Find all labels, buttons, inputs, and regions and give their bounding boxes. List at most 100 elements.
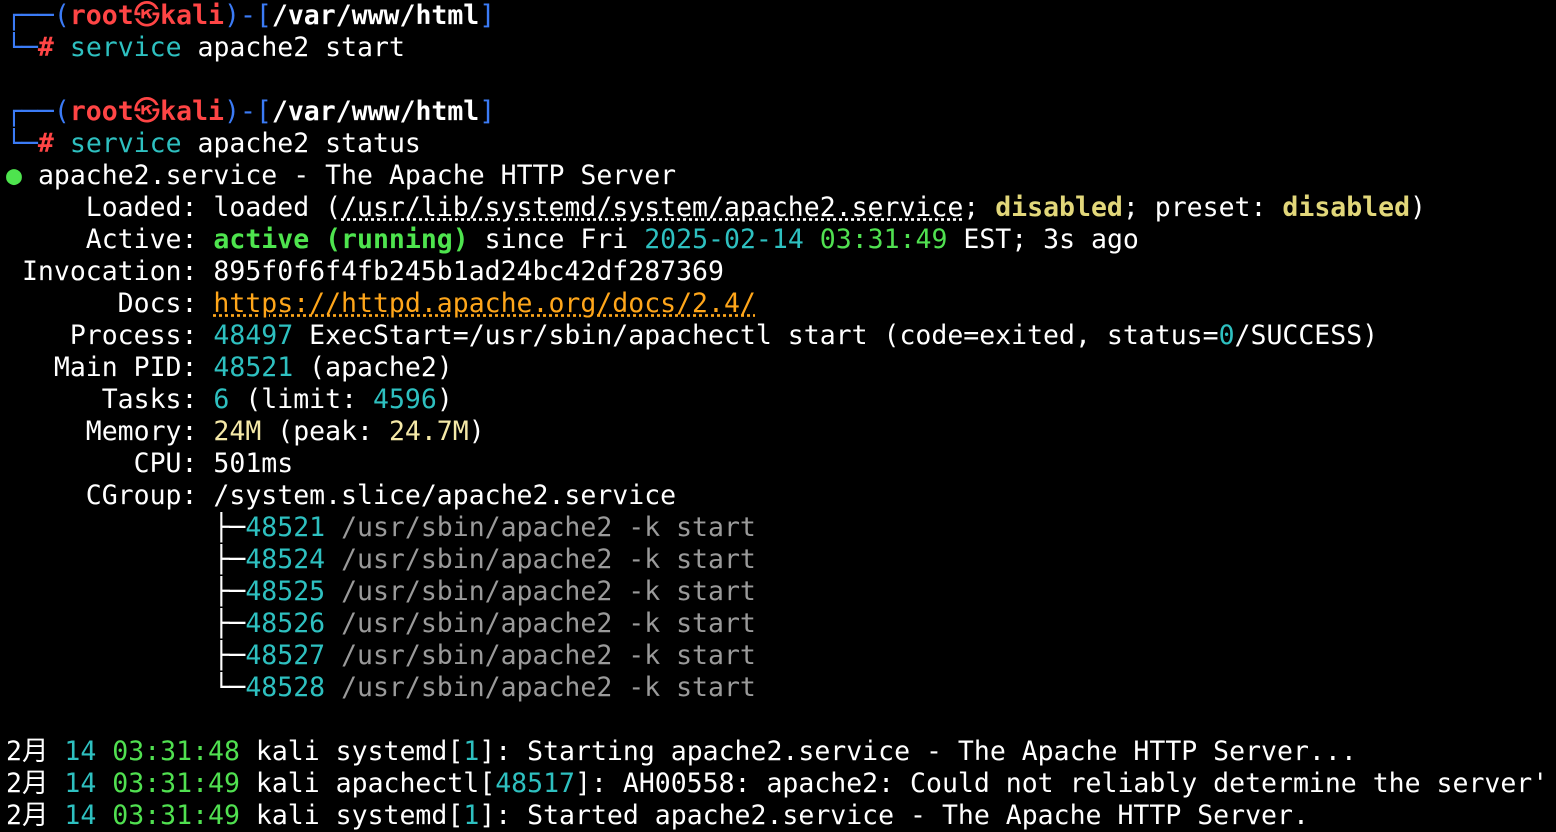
invocation-value: 895f0f6f4fb245b1ad24bc42df287369 xyxy=(213,256,724,287)
journal-month: 2月 xyxy=(6,736,49,767)
prompt-host: kali xyxy=(160,96,224,127)
active-since: since Fri xyxy=(468,224,645,255)
process-line: Process: 48497 ExecStart=/usr/sbin/apach… xyxy=(6,320,1556,352)
tree-cmd: /usr/sbin/apache2 -k start xyxy=(325,576,756,607)
cgroup-tree-row: ├─48521 /usr/sbin/apache2 -k start xyxy=(6,512,1556,544)
process-text: ExecStart=/usr/sbin/apachectl start (cod… xyxy=(293,320,1219,351)
terminal-window[interactable]: ┌──(root㉿kali)-[/var/www/html] └─# servi… xyxy=(0,0,1556,832)
active-tail: EST; 3s ago xyxy=(947,224,1139,255)
docs-link[interactable]: https://httpd.apache.org/docs/2.4/ xyxy=(213,288,755,319)
loaded-label: Loaded: xyxy=(6,192,214,223)
status-dot-icon: ● xyxy=(6,160,22,191)
journal-pid: 1 xyxy=(463,800,480,831)
cpu-value: 501ms xyxy=(213,448,294,479)
date-month: 02 xyxy=(724,224,756,255)
tree-branch: └─ xyxy=(6,672,246,703)
prompt-frame-close: ] xyxy=(479,0,496,31)
tree-pid: 48526 xyxy=(245,608,326,639)
process-tail: /SUCCESS) xyxy=(1234,320,1379,351)
kali-skull-icon: ㉿ xyxy=(133,96,161,127)
service-title-line: ● apache2.service - The Apache HTTP Serv… xyxy=(6,160,1556,192)
journal-msg: ]: Started apache2.service - The Apache … xyxy=(479,800,1309,831)
journal-day: 14 xyxy=(48,800,97,831)
tree-branch: ├─ xyxy=(6,512,246,543)
tree-pid: 48527 xyxy=(245,640,326,671)
journal-host: kali systemd[ xyxy=(239,800,464,831)
command-name: service xyxy=(69,128,182,159)
prompt-frame-mid: )-[ xyxy=(223,96,272,127)
tasks-label: Tasks: xyxy=(6,384,214,415)
loaded-sep: ; xyxy=(963,192,996,223)
prompt-frame-mid: )-[ xyxy=(223,0,272,31)
tree-cmd: /usr/sbin/apache2 -k start xyxy=(325,512,756,543)
journal-pid: 1 xyxy=(463,736,480,767)
journal-time: 03:31:49 xyxy=(96,768,240,799)
journal-day: 14 xyxy=(48,736,97,767)
service-title: apache2.service - The Apache HTTP Server xyxy=(37,160,677,191)
memory-mid: (peak: xyxy=(261,416,389,447)
journal-host: kali apachectl[ xyxy=(239,768,496,799)
prompt-user: root xyxy=(69,0,134,31)
tree-pid: 48521 xyxy=(245,512,326,543)
tree-cmd: /usr/sbin/apache2 -k start xyxy=(325,672,756,703)
active-line: Active: active (running) since Fri 2025-… xyxy=(6,224,1556,256)
main-pid-label: Main PID: xyxy=(6,352,214,383)
enabled-state: disabled xyxy=(995,192,1123,223)
prompt-frame: ┌──( xyxy=(6,96,70,127)
command-args: apache2 status xyxy=(197,128,421,159)
prompt-hash: # xyxy=(37,32,54,63)
journal-entry: 2月 14 03:31:48 kali systemd[1]: Starting… xyxy=(6,736,1556,768)
journal-pid: 48517 xyxy=(495,768,575,799)
prompt-path: /var/www/html xyxy=(271,96,480,127)
main-pid-tail: (apache2) xyxy=(293,352,453,383)
cgroup-value: /system.slice/apache2.service xyxy=(213,480,677,511)
tree-branch: ├─ xyxy=(6,576,246,607)
journal-month: 2月 xyxy=(6,800,49,831)
cgroup-tree-row: ├─48527 /usr/sbin/apache2 -k start xyxy=(6,640,1556,672)
journal-msg: ]: AH00558: apache2: Could not reliably … xyxy=(575,768,1549,799)
prompt-host: kali xyxy=(160,0,224,31)
journal-time: 03:31:49 xyxy=(96,800,240,831)
memory-tail: ) xyxy=(468,416,485,447)
command-args: apache2 start xyxy=(197,32,405,63)
tasks-value: 6 xyxy=(213,384,230,415)
docs-label: Docs: xyxy=(6,288,214,319)
journal-msg: ]: Starting apache2.service - The Apache… xyxy=(479,736,1357,767)
journal-month: 2月 xyxy=(6,768,49,799)
memory-peak: 24.7M xyxy=(388,416,469,447)
date-day: 14 xyxy=(771,224,804,255)
prompt-hash: # xyxy=(37,128,54,159)
cpu-line: CPU: 501ms xyxy=(6,448,1556,480)
loaded-sep-preset: ; preset: xyxy=(1122,192,1283,223)
prompt-frame-close: ] xyxy=(479,96,496,127)
tree-branch: ├─ xyxy=(6,640,246,671)
kali-skull-icon: ㉿ xyxy=(133,0,161,31)
tasks-limit: 4596 xyxy=(372,384,437,415)
process-status-code: 0 xyxy=(1218,320,1235,351)
journal-day: 14 xyxy=(48,768,97,799)
cgroup-tree-row: ├─48524 /usr/sbin/apache2 -k start xyxy=(6,544,1556,576)
loaded-pre: loaded ( xyxy=(213,192,342,223)
cgroup-line: CGroup: /system.slice/apache2.service xyxy=(6,480,1556,512)
tree-pid: 48524 xyxy=(245,544,326,575)
tasks-line: Tasks: 6 (limit: 4596) xyxy=(6,384,1556,416)
prompt-arrow: └─ xyxy=(6,32,38,63)
cgroup-tree-row: ├─48525 /usr/sbin/apache2 -k start xyxy=(6,576,1556,608)
process-label: Process: xyxy=(6,320,214,351)
tree-cmd: /usr/sbin/apache2 -k start xyxy=(325,640,756,671)
prompt-arrow: └─ xyxy=(6,128,38,159)
journal-host: kali systemd[ xyxy=(239,736,464,767)
tasks-mid: (limit: xyxy=(229,384,373,415)
active-state: active (running) xyxy=(213,224,469,255)
tree-branch: ├─ xyxy=(6,608,246,639)
journal-entry: 2月 14 03:31:49 kali systemd[1]: Started … xyxy=(6,800,1556,832)
preset-state: disabled xyxy=(1282,192,1411,223)
loaded-post: ) xyxy=(1410,192,1427,223)
cgroup-tree-row: └─48528 /usr/sbin/apache2 -k start xyxy=(6,672,1556,704)
invocation-line: Invocation: 895f0f6f4fb245b1ad24bc42df28… xyxy=(6,256,1556,288)
tree-cmd: /usr/sbin/apache2 -k start xyxy=(325,608,756,639)
prompt-header-line: ┌──(root㉿kali)-[/var/www/html] xyxy=(6,0,1556,32)
memory-line: Memory: 24M (peak: 24.7M) xyxy=(6,416,1556,448)
date-dash: - xyxy=(708,224,724,255)
unit-file-path[interactable]: /usr/lib/systemd/system/apache2.service xyxy=(341,192,963,223)
